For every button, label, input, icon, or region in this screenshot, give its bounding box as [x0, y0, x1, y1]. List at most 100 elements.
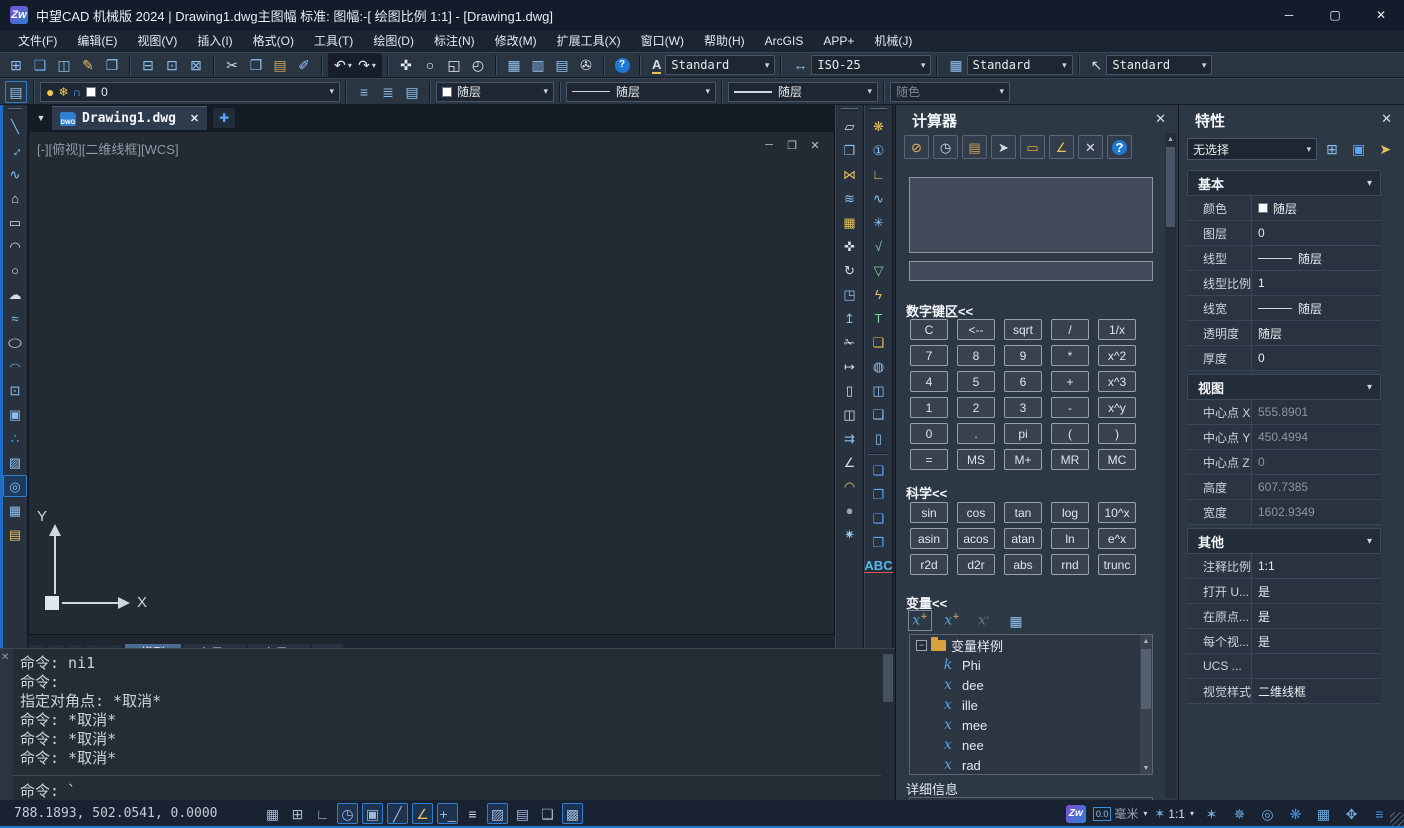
key-M+-button[interactable]: M+ [1004, 449, 1042, 470]
color-dropdown[interactable]: 随层▾ [436, 82, 554, 102]
menu-item-13[interactable]: APP+ [813, 30, 864, 52]
toggle-pickadd-button[interactable]: ▣ [1347, 138, 1371, 160]
copy-detail-button[interactable]: ❑ [867, 403, 891, 425]
fn-atan-button[interactable]: atan [1004, 528, 1042, 549]
calc-help-button[interactable]: ? [1107, 135, 1132, 159]
plotstyle-dropdown[interactable]: 随色▾ [890, 82, 1010, 102]
calculator-close-icon[interactable]: ✕ [1155, 111, 1166, 127]
get-coordinates-button[interactable]: ➤ [991, 135, 1016, 159]
settings-button[interactable]: ❋ [1285, 803, 1306, 824]
property-value[interactable]: 450.4994 [1252, 425, 1381, 449]
section-header-1[interactable]: 视图▾ [1187, 374, 1381, 400]
menu-item-1[interactable]: 编辑(E) [67, 30, 127, 52]
grid-toggle[interactable]: ▦ [262, 803, 283, 824]
zoom-realtime-button[interactable]: ○ [419, 54, 441, 76]
property-value[interactable]: 0 [1252, 346, 1381, 370]
key-/-button[interactable]: / [1051, 319, 1089, 340]
fn-tan-button[interactable]: tan [1004, 502, 1042, 523]
doc-restore-icon[interactable]: ❐ [785, 139, 799, 152]
surface-finish-button[interactable]: √ [867, 235, 891, 257]
scrollbar-thumb[interactable] [883, 654, 893, 702]
property-value[interactable]: 607.7385 [1252, 475, 1381, 499]
stretch-button[interactable]: ↥ [838, 307, 862, 329]
variable-row-4[interactable]: xnee [910, 735, 1152, 755]
variable-row-1[interactable]: xdee [910, 675, 1152, 695]
calc-table-button[interactable]: ▦ [503, 54, 525, 76]
balloon-button[interactable]: ◍ [867, 355, 891, 377]
variable-row-0[interactable]: kPhi [910, 655, 1152, 675]
circle-button[interactable]: ○ [3, 259, 27, 281]
key-.-button[interactable]: . [957, 423, 995, 444]
close-icon[interactable]: ✕ [1358, 0, 1404, 30]
text-tool-button[interactable]: T [867, 307, 891, 329]
property-value[interactable]: 1:1 [1252, 554, 1381, 578]
key-x^3-button[interactable]: x^3 [1098, 371, 1136, 392]
mtext-button[interactable]: ▤ [3, 523, 27, 545]
zoom-window-button[interactable]: ◱ [443, 54, 465, 76]
key-0-button[interactable]: 0 [910, 423, 948, 444]
fn-cos-button[interactable]: cos [957, 502, 995, 523]
property-value[interactable]: 1 [1252, 271, 1381, 295]
doc-close-icon[interactable]: ✕ [808, 139, 822, 152]
calculator-scrollbar[interactable]: ▲ [1165, 133, 1176, 798]
point-button[interactable]: ∴ [3, 427, 27, 449]
key-sqrt-button[interactable]: sqrt [1004, 319, 1042, 340]
maximize-icon[interactable]: ▢ [1312, 0, 1358, 30]
key-(-button[interactable]: ( [1051, 423, 1089, 444]
mirror-button[interactable]: ⋈ [838, 163, 862, 185]
property-value[interactable]: 0 [1252, 450, 1381, 474]
join-button[interactable]: ⇉ [838, 427, 862, 449]
layer-translate-button[interactable]: ▤ [401, 81, 423, 103]
snap-toggle[interactable]: ⊞ [287, 803, 308, 824]
otrack-toggle[interactable]: ∠ [412, 803, 433, 824]
send-below-button[interactable]: ❒ [867, 531, 891, 553]
document-tab[interactable]: DWG Drawing1.dwg ✕ [52, 106, 207, 130]
menu-item-14[interactable]: 机械(J) [864, 30, 922, 52]
command-prompt[interactable]: 命令: ` [20, 780, 76, 801]
explode-button[interactable]: ✷ [838, 523, 862, 545]
cut-button[interactable]: ✂ [221, 54, 243, 76]
polar-toggle[interactable]: ◷ [337, 803, 358, 824]
help-button[interactable]: ? [611, 54, 633, 76]
resize-grip[interactable] [1390, 812, 1404, 826]
key-)-button[interactable]: ) [1098, 423, 1136, 444]
chamfer-button[interactable]: ∠ [838, 451, 862, 473]
clear-button[interactable]: ⊘ [904, 135, 929, 159]
section-header-0[interactable]: 基本▾ [1187, 170, 1381, 196]
paste-button[interactable]: ▤ [269, 54, 291, 76]
key-8-button[interactable]: 8 [957, 345, 995, 366]
copy-button[interactable]: ❐ [245, 54, 267, 76]
fastener-button[interactable]: ϟ [867, 283, 891, 305]
arc-button[interactable]: ◠ [3, 235, 27, 257]
rectangle-button[interactable]: ▭ [3, 211, 27, 233]
fullscreen-button[interactable]: ✥ [1341, 803, 1362, 824]
key-=-button[interactable]: = [910, 449, 948, 470]
scrollbar-thumb[interactable] [1166, 147, 1175, 227]
key-5-button[interactable]: 5 [957, 371, 995, 392]
bring-above-button[interactable]: ❑ [867, 507, 891, 529]
key-MC-button[interactable]: MC [1098, 449, 1136, 470]
fn-sin-button[interactable]: sin [910, 502, 948, 523]
scale-button[interactable]: ◳ [838, 283, 862, 305]
text-style-dropdown[interactable]: Standard▾ [665, 55, 775, 75]
new-document-button[interactable]: ✚ [213, 108, 235, 128]
undo-button[interactable]: ↶▾ [332, 54, 354, 76]
tab-list-dropdown-icon[interactable]: ▼ [32, 109, 50, 127]
key-9-button[interactable]: 9 [1004, 345, 1042, 366]
polyline-button[interactable]: ∿ [3, 163, 27, 185]
layer-states-button[interactable]: ≡ [353, 81, 375, 103]
fn-trunc-button[interactable]: trunc [1098, 554, 1136, 575]
menu-item-7[interactable]: 标注(N) [424, 30, 485, 52]
save-all-button[interactable]: ❐ [101, 54, 123, 76]
ortho-toggle[interactable]: ∟ [312, 803, 333, 824]
key---button[interactable]: - [1051, 397, 1089, 418]
property-value[interactable]: 随层 [1252, 246, 1381, 270]
property-value[interactable]: 随层 [1252, 196, 1381, 220]
key-1/x-button[interactable]: 1/x [1098, 319, 1136, 340]
text-check-button[interactable]: ABC [867, 555, 891, 577]
publish-button[interactable]: ⊠ [185, 54, 207, 76]
linetype-dropdown[interactable]: 随层▾ [566, 82, 716, 102]
construction-geometry-button[interactable]: ∿ [867, 187, 891, 209]
menu-item-4[interactable]: 格式(O) [243, 30, 304, 52]
revision-cloud-button[interactable]: ☁ [3, 283, 27, 305]
